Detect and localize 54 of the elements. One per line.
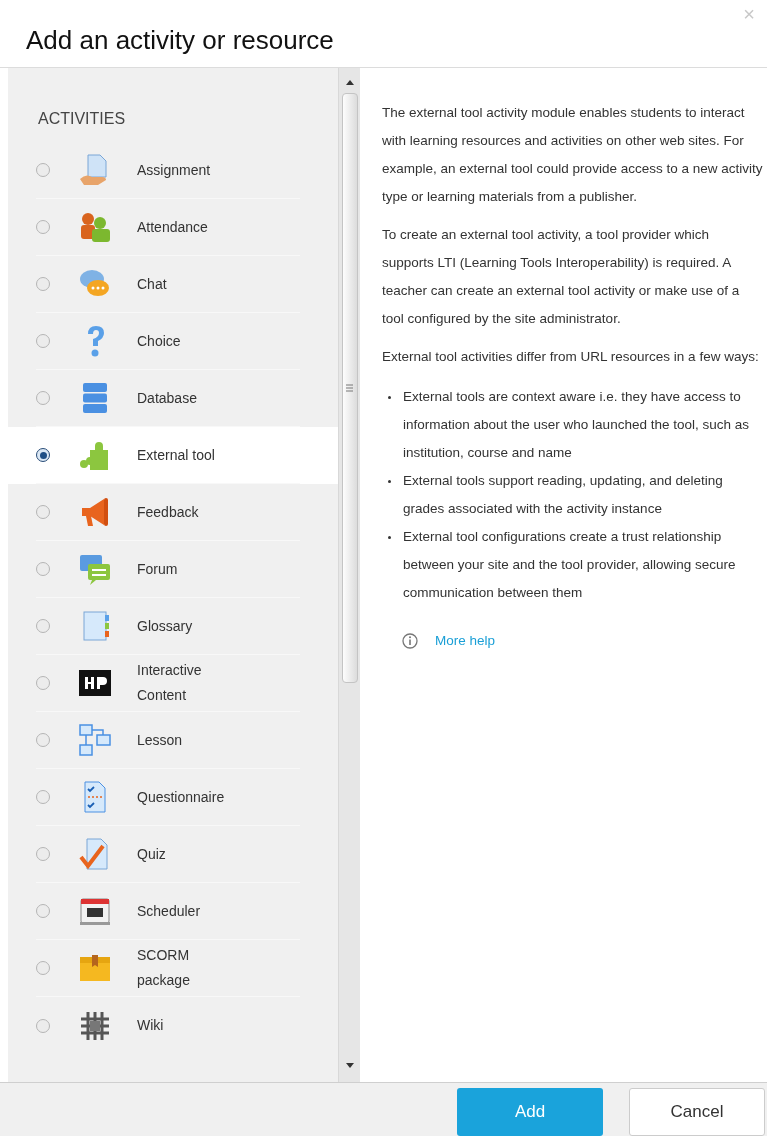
radio-button[interactable] [36,163,50,177]
flowchart-icon [78,723,112,757]
activity-label: Assignment [137,160,212,180]
activity-label: Database [137,388,198,408]
scrollbar-thumb[interactable] [341,93,358,683]
bullet-text: External tools are context aware i.e. they have access to information about the user who launched the tool, such as institution, course and name [403,388,750,462]
activity-option[interactable]: External tool [8,427,338,484]
activity-label: Attendance [137,217,209,237]
radio-button[interactable] [36,562,50,576]
activity-label: Wiki [137,1016,165,1035]
activity-label: Lesson [137,730,184,750]
description-paragraph: External tool activities differ from URL resources in a few ways: [382,348,760,366]
bullet-icon [388,536,391,539]
info-icon [402,633,418,649]
radio-button[interactable] [36,619,50,633]
radio-button[interactable] [36,904,50,918]
activity-label: Forum [137,559,179,579]
radio-button[interactable] [36,448,50,462]
description-paragraph: To create an external tool activity, a tool provider which supports LTI (Learning Tools Interoperability) is required. A teacher can create an external tool activity or make use of a tool configured by the site administrator. [382,226,741,328]
activity-label: Quiz [137,844,167,864]
activity-label: Chat [137,274,168,294]
radio-button[interactable] [36,505,50,519]
section-heading: ACTIVITIES [38,109,127,129]
radio-button[interactable] [36,733,50,747]
description-paragraph: The external tool activity module enables students to interact with learning resources and activities on other web sites. For example, an external tool could provide access to a new activity type or learning materials from a publisher. [382,104,763,206]
radio-button[interactable] [36,961,50,975]
bullet-icon [388,396,391,399]
bullet-text: External tool configurations create a trust relationship between your site and the tool provider, allowing secure communication between them [403,528,737,602]
dialog-title: Add an activity or resource [26,27,334,53]
radio-button[interactable] [36,220,50,234]
cancel-button[interactable]: Cancel [629,1087,765,1136]
grip-icon [346,384,353,392]
activity-label: Glossary [137,616,194,636]
radio-button[interactable] [36,847,50,861]
activity-label: Questionnaire [137,787,226,807]
radio-button[interactable] [36,277,50,291]
scroll-up-icon[interactable] [345,80,354,85]
activity-label: Choice [137,331,182,351]
speech-bubbles-icon [78,552,112,586]
radio-button[interactable] [36,391,50,405]
activity-label: SCORM package [137,946,191,990]
radio-button[interactable] [36,1018,50,1033]
bullet-text: External tools support reading, updating, and deleting grades associated with the activity instance [403,472,724,518]
activity-label: Scheduler [137,901,202,921]
radio-button[interactable] [36,790,50,804]
scrollbar[interactable] [338,68,360,1082]
radio-button[interactable] [36,334,50,348]
activity-label: Interactive Content [137,661,203,705]
radio-button[interactable] [36,676,50,690]
activity-label: Feedback [137,502,200,522]
people-icon [78,210,112,244]
scroll-down-icon[interactable] [345,1063,354,1068]
bullet-icon [388,480,391,483]
activity-label: External tool [137,445,216,465]
